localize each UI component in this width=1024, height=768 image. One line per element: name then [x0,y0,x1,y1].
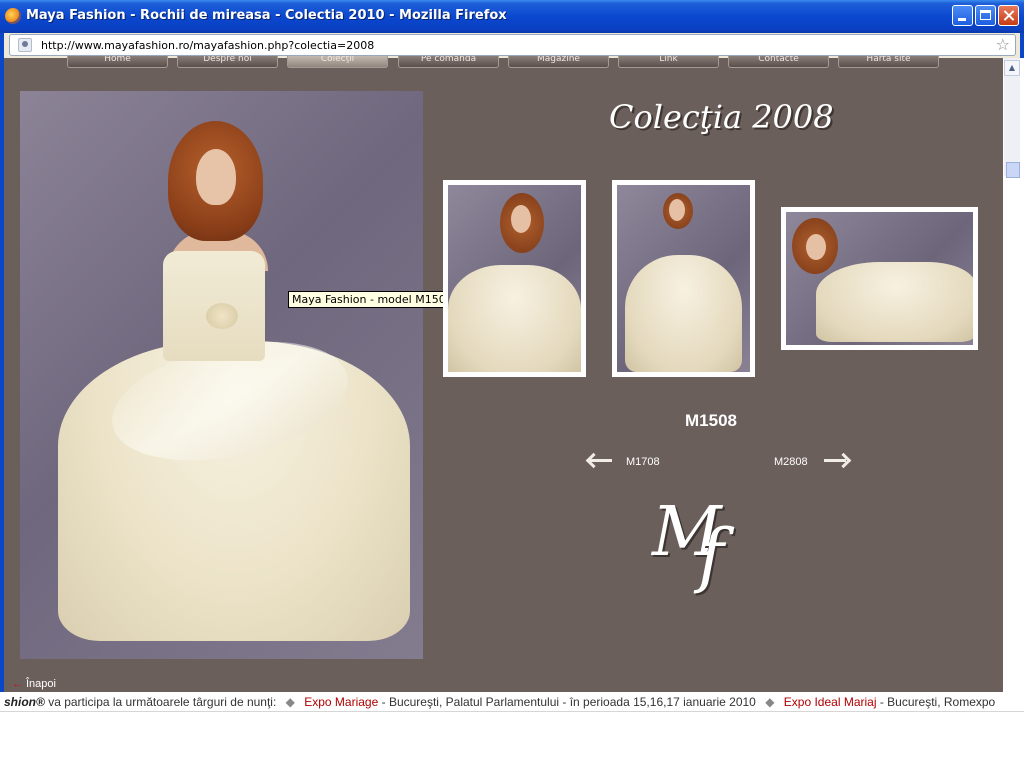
nav-tab-link[interactable]: Link [618,56,719,68]
bookmark-star-icon[interactable]: ☆ [996,36,1010,54]
thumbnail-3[interactable] [781,207,978,350]
site-nav: Home Despre noi Colecţii Pe comanda Maga… [4,56,1003,70]
ticker-separator-icon: ◆ [285,695,295,709]
minimize-button[interactable] [952,5,973,26]
prev-arrow-icon[interactable] [584,454,614,468]
model-code: M1508 [685,411,737,430]
collection-title: Colecţia 2008 [609,98,834,136]
ticker-intro: va participa la următoarele târguri de n… [48,695,277,709]
back-link[interactable]: Înapoi [12,678,56,690]
ticker-event-1-name[interactable]: Expo Mariage [304,695,378,709]
nav-tab-contacte[interactable]: Contacte [728,56,829,68]
firefox-icon [5,8,21,24]
dress-flower [206,303,238,329]
url-input[interactable]: http://www.mayafashion.ro/mayafashion.ph… [9,34,1016,56]
next-arrow-icon[interactable] [822,454,852,468]
scroll-up-arrow-icon[interactable]: ▲ [1004,60,1020,76]
thumbnail-1[interactable] [443,180,586,377]
photo-tooltip: Maya Fashion - model M1508 [288,291,457,308]
close-button[interactable] [998,5,1019,26]
ticker-brand: shion® [4,695,45,709]
nav-tab-colectii[interactable]: Colecţii [287,56,388,68]
ticker-event-1-detail: - Bucureşti, Palatul Parlamentului - în … [381,695,756,709]
maximize-button[interactable] [975,5,996,26]
thumbnail-2[interactable] [612,180,755,377]
news-ticker: shion® va participa la următoarele târgu… [0,692,1024,712]
nav-tab-harta-site[interactable]: Harta site [838,56,939,68]
main-dress-photo[interactable] [20,91,423,659]
site-identity-icon[interactable] [18,38,32,52]
nav-tab-magazine[interactable]: Magazine [508,56,609,68]
site-content: Home Despre noi Colecţii Pe comanda Maga… [4,56,1003,692]
ticker-event-2-name[interactable]: Expo Ideal Mariaj [784,695,877,709]
prev-model-link[interactable]: M1708 [626,456,660,468]
window-title-bar[interactable]: Maya Fashion - Rochii de mireasa - Colec… [0,0,1024,33]
logo-letter-f: f [698,514,724,596]
model-face [196,149,236,205]
nav-tab-despre-noi[interactable]: Despre noi [177,56,278,68]
mf-logo: M f [652,498,772,598]
url-text: http://www.mayafashion.ro/mayafashion.ph… [41,39,375,52]
ticker-separator-icon: ◆ [765,695,775,709]
browser-toolbar: http://www.mayafashion.ro/mayafashion.ph… [0,33,1024,58]
window-title: Maya Fashion - Rochii de mireasa - Colec… [26,8,507,23]
ticker-text: shion® va participa la următoarele târgu… [4,695,995,709]
next-model-link[interactable]: M2808 [774,456,808,468]
nav-tab-home[interactable]: Home [67,56,168,68]
nav-tab-pe-comanda[interactable]: Pe comanda [398,56,499,68]
ticker-event-2-detail: - Bucureşti, Romexpo [879,695,996,709]
scrollbar-thumb[interactable] [1006,162,1020,178]
